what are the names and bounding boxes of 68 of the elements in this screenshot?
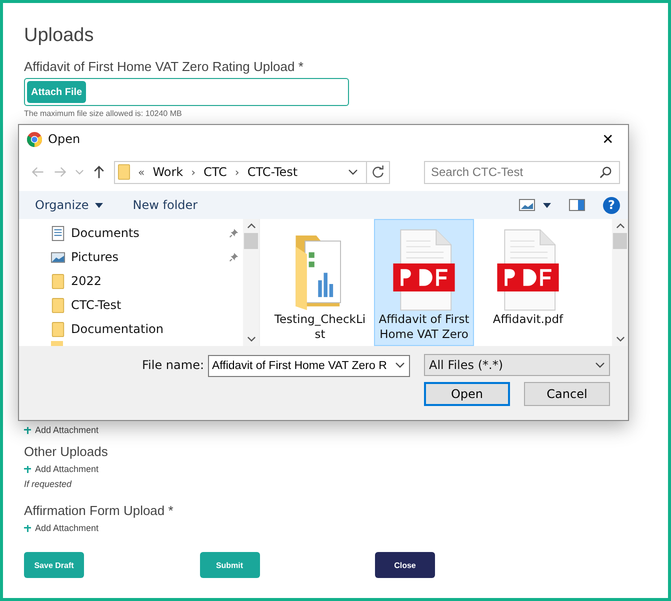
help-button[interactable]: ?	[603, 196, 620, 214]
preview-pane-icon[interactable]	[569, 199, 585, 211]
sidebar-item[interactable]: Pictures	[51, 245, 243, 269]
scrollbar[interactable]	[612, 219, 628, 346]
sidebar-item[interactable]: CTC-Test	[51, 293, 243, 317]
plus-icon	[24, 466, 31, 472]
scroll-up-icon[interactable]	[616, 223, 624, 229]
file-type-dropdown[interactable]: All Files (*.*)	[424, 354, 610, 376]
new-folder-button[interactable]: New folder	[126, 198, 204, 212]
file-item[interactable]: Testing_CheckList	[270, 219, 370, 346]
scroll-thumb[interactable]	[613, 233, 627, 249]
add-attachment-link[interactable]: Add Attachment	[24, 463, 647, 475]
add-attachment-link[interactable]: Add Attachment	[24, 522, 647, 534]
image-icon	[51, 250, 65, 264]
section-label: Affirmation Form Upload *	[24, 503, 174, 518]
pin-icon[interactable]	[229, 228, 239, 238]
pdf-file-icon	[495, 228, 561, 312]
search-field[interactable]: Search CTC-Test	[424, 160, 620, 184]
breadcrumb-item[interactable]: CTC-Test	[247, 165, 298, 179]
dialog-title: Open	[48, 132, 80, 146]
pin-icon[interactable]	[229, 252, 239, 262]
document-icon	[51, 226, 65, 240]
sidebar-item[interactable]: 2022	[51, 269, 243, 293]
refresh-icon[interactable]	[371, 165, 385, 179]
chevron-icon[interactable]	[348, 169, 358, 175]
pdf-file-icon	[391, 228, 457, 312]
close-button[interactable]: ✕	[588, 125, 628, 153]
search-icon	[599, 166, 612, 178]
chevron-icon	[595, 362, 605, 368]
breadcrumb-separator: ›	[191, 166, 196, 178]
folder-icon	[118, 164, 130, 180]
caret-icon[interactable]	[543, 202, 551, 208]
breadcrumb-separator: «	[138, 166, 145, 178]
organize-menu[interactable]: Organize	[29, 198, 109, 212]
add-attachment-link[interactable]: Add Attachment	[24, 424, 647, 436]
scroll-down-icon[interactable]	[616, 336, 624, 342]
plus-icon	[24, 524, 31, 532]
sidebar-item[interactable]: Documentation	[51, 317, 243, 341]
address-bar[interactable]: « Work › CTC › CTC-Test	[114, 160, 390, 184]
section-label: Other Uploads	[24, 444, 109, 459]
browser-logo-icon	[27, 132, 42, 146]
chevron-icon[interactable]	[395, 362, 405, 368]
scroll-thumb[interactable]	[244, 233, 258, 249]
field-label: Affidavit of First Home VAT Zero Rating Upload *	[24, 59, 304, 74]
page-title: Uploads	[24, 25, 95, 47]
folder-icon	[51, 274, 65, 288]
cancel-button[interactable]: Cancel	[524, 382, 610, 406]
file-item[interactable]: Affidavit.pdf	[478, 219, 578, 346]
action-button[interactable]: Close	[375, 552, 435, 578]
view-icon[interactable]	[519, 199, 535, 211]
hint-text: If requested	[24, 479, 73, 489]
file-item[interactable]: Affidavit of First Home VAT Zero	[374, 219, 474, 346]
scrollbar[interactable]	[243, 219, 259, 346]
file-name-label: File name:	[142, 358, 204, 372]
breadcrumb-item[interactable]: Work	[152, 165, 184, 179]
plus-icon	[24, 426, 31, 434]
open-button[interactable]: Open	[424, 382, 510, 406]
breadcrumb-separator: ›	[234, 166, 240, 178]
folder-icon	[51, 322, 65, 336]
up-arrow-icon[interactable]	[92, 165, 106, 179]
scroll-down-icon[interactable]	[246, 336, 256, 342]
file-size-note: The maximum file size allowed is: 10240 MB	[24, 109, 183, 118]
folder-icon	[51, 298, 65, 312]
scroll-up-icon[interactable]	[246, 223, 256, 229]
sidebar-item[interactable]: Documents	[51, 221, 243, 245]
caret-icon	[94, 203, 103, 208]
file-name-field[interactable]: Affidavit of First Home VAT Zero R	[208, 355, 410, 377]
breadcrumb-item[interactable]: CTC	[204, 165, 227, 179]
